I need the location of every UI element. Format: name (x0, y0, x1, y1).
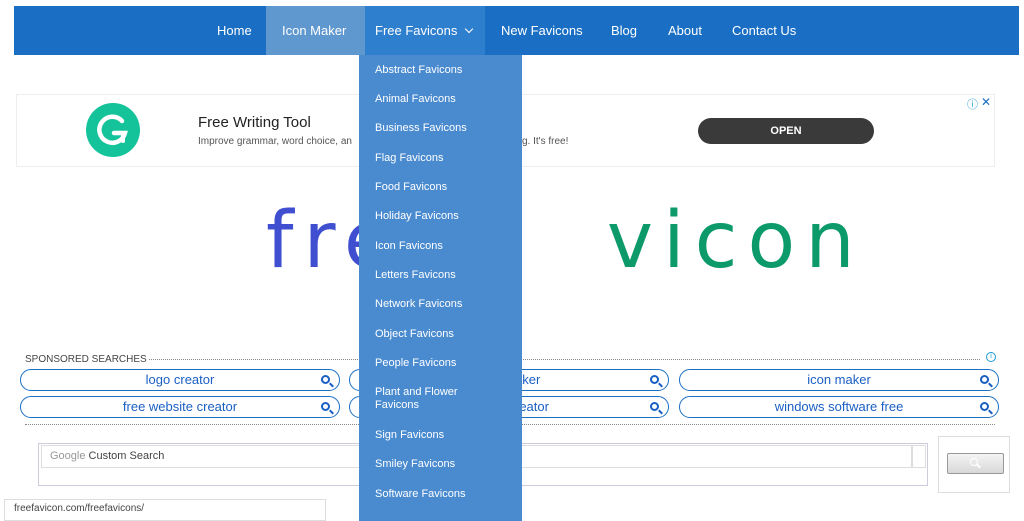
search-icon (321, 402, 330, 411)
dropdown-item-sign[interactable]: Sign Favicons (375, 429, 444, 442)
dropdown-item-business[interactable]: Business Favicons (375, 122, 467, 135)
dropdown-item-animal[interactable]: Animal Favicons (375, 93, 456, 106)
nav-home[interactable]: Home (217, 6, 252, 55)
search-icon (650, 375, 659, 384)
nav-new-favicons-label: New Favicons (501, 23, 583, 38)
ad-open-button[interactable]: OPEN (698, 118, 874, 144)
nav-contact-us-label: Contact Us (732, 23, 797, 38)
sponsored-info-icon[interactable]: i (986, 352, 996, 362)
sponsored-divider (149, 359, 980, 360)
nav-free-favicons-label: Free Favicons (375, 23, 458, 38)
ad-title[interactable]: Free Writing Tool (198, 114, 311, 131)
pill-label: icon maker (807, 372, 871, 387)
pill-label: free website creator (122, 399, 238, 414)
search-button[interactable] (947, 453, 1004, 474)
nav-new-favicons[interactable]: New Favicons (501, 6, 583, 55)
nav-icon-maker[interactable]: Icon Maker (266, 6, 365, 55)
dropdown-item-letters[interactable]: Letters Favicons (375, 269, 456, 282)
nav-blog[interactable]: Blog (611, 6, 637, 55)
search-icon (980, 375, 989, 384)
nav-contact-us[interactable]: Contact Us (732, 6, 796, 55)
dropdown-item-people[interactable]: People Favicons (375, 357, 456, 370)
close-icon[interactable]: ✕ (981, 95, 991, 109)
logo-text-part2: vicon (606, 196, 865, 286)
dropdown-item-icon[interactable]: Icon Favicons (375, 240, 443, 253)
nav-home-label: Home (217, 23, 252, 38)
search-placeholder: Custom Search (88, 450, 165, 462)
dropdown-item-flag[interactable]: Flag Favicons (375, 152, 443, 165)
grammarly-logo-icon (86, 103, 140, 157)
google-brand-label: Google (50, 450, 86, 462)
sponsored-label: SPONSORED SEARCHES (25, 354, 147, 365)
dropdown-item-plant-and-flower[interactable]: Plant and Flower Favicons (375, 386, 485, 412)
search-scrollbar[interactable] (912, 445, 926, 468)
site-logo[interactable]: fre vicon (266, 196, 865, 286)
sponsored-pill-icon-maker[interactable]: icon maker (679, 369, 999, 391)
status-bar-url: freefavicon.com/freefavicons/ (4, 499, 326, 521)
nav-free-favicons[interactable]: Free Favicons (365, 6, 485, 55)
dropdown-item-holiday[interactable]: Holiday Favicons (375, 210, 459, 223)
dropdown-item-object[interactable]: Object Favicons (375, 328, 454, 341)
pill-label: logo creator (145, 372, 215, 387)
pill-label: windows software free (774, 399, 904, 414)
search-icon (980, 402, 989, 411)
dropdown-item-smiley[interactable]: Smiley Favicons (375, 458, 455, 471)
sponsored-pill-free-website-creator[interactable]: free website creator (20, 396, 340, 418)
nav-about[interactable]: About (668, 6, 702, 55)
top-nav: Home Icon Maker Free Favicons New Favico… (14, 6, 1019, 55)
dropdown-item-abstract[interactable]: Abstract Favicons (375, 64, 462, 77)
sponsored-pill-windows-software-free[interactable]: windows software free (679, 396, 999, 418)
dropdown-item-food[interactable]: Food Favicons (375, 181, 447, 194)
search-icon (650, 402, 659, 411)
search-icon (970, 458, 978, 466)
nav-about-label: About (668, 23, 702, 38)
info-icon[interactable]: ⓘ (967, 96, 978, 112)
chevron-down-icon (465, 24, 474, 34)
ad-description-left: Improve grammar, word choice, an (198, 136, 352, 147)
dropdown-item-software[interactable]: Software Favicons (375, 488, 465, 501)
ad-description-right: g. It's free! (522, 136, 569, 147)
sponsored-pill-logo-creator[interactable]: logo creator (20, 369, 340, 391)
nav-blog-label: Blog (611, 23, 638, 38)
search-icon (321, 375, 330, 384)
free-favicons-dropdown: Abstract Favicons Animal Favicons Busine… (359, 55, 522, 521)
dropdown-item-network[interactable]: Network Favicons (375, 298, 462, 311)
nav-icon-maker-label: Icon Maker (282, 23, 347, 38)
